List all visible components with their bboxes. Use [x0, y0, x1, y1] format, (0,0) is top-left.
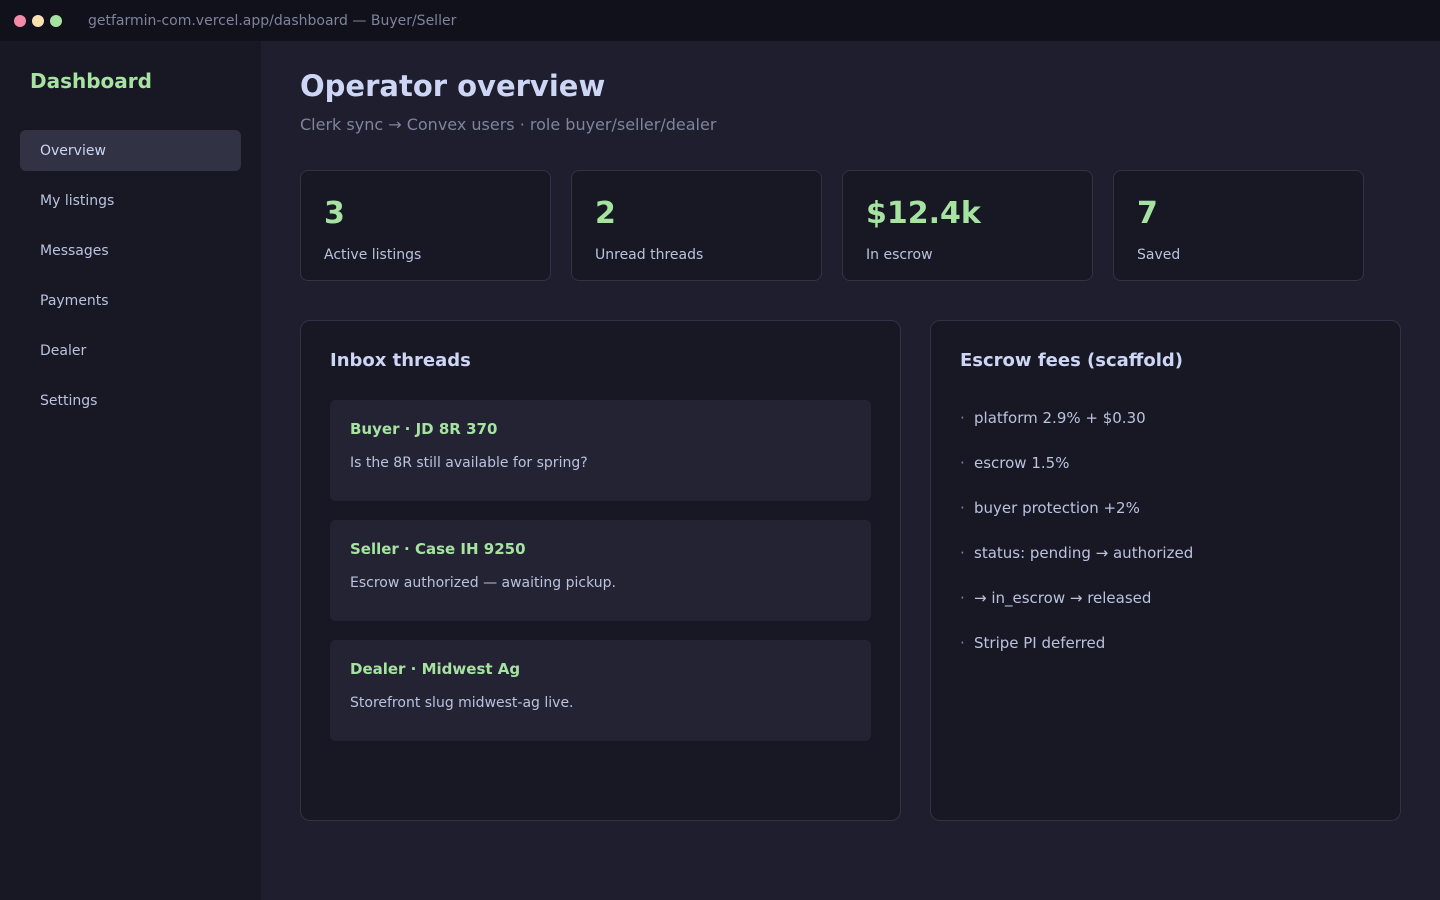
sidebar-brand: Dashboard: [30, 69, 152, 93]
inbox-title: Inbox threads: [330, 350, 471, 371]
escrow-fees-panel: Escrow fees (scaffold) · platform 2.9% +…: [930, 320, 1401, 821]
minimize-window-button[interactable]: [32, 14, 44, 27]
fee-text: Stripe PI deferred: [974, 634, 1106, 652]
list-item: · Stripe PI deferred: [960, 634, 1193, 679]
fee-text: status: pending → authorized: [974, 544, 1194, 562]
fee-list: · platform 2.9% + $0.30 · escrow 1.5% · …: [960, 409, 1193, 679]
sidebar-item-messages[interactable]: Messages: [20, 230, 241, 271]
sidebar: Dashboard Overview My listings Messages …: [0, 41, 261, 900]
fees-title: Escrow fees (scaffold): [960, 350, 1184, 371]
sidebar-item-label: Settings: [40, 392, 98, 409]
sidebar-nav: Overview My listings Messages Payments D…: [20, 130, 241, 430]
bullet-icon: ·: [960, 409, 965, 427]
fee-text: → in_escrow → released: [974, 589, 1152, 607]
fee-text: platform 2.9% + $0.30: [974, 409, 1146, 427]
sidebar-item-settings[interactable]: Settings: [20, 380, 241, 421]
list-item: · → in_escrow → released: [960, 589, 1193, 634]
thread-title: Dealer · Midwest Ag: [350, 660, 521, 678]
stat-label: Active listings: [324, 247, 422, 263]
stat-value: $12.4k: [866, 196, 981, 231]
list-item: · platform 2.9% + $0.30: [960, 409, 1193, 454]
window-titlebar: getfarmin-com.vercel.app/dashboard — Buy…: [0, 0, 1440, 41]
thread-title: Buyer · JD 8R 370: [350, 420, 498, 438]
window-controls: [14, 14, 62, 27]
stat-value: 7: [1137, 196, 1158, 231]
bullet-icon: ·: [960, 589, 965, 607]
thread-preview: Escrow authorized — awaiting pickup.: [350, 575, 616, 591]
list-item: · status: pending → authorized: [960, 544, 1193, 589]
sidebar-item-dealer[interactable]: Dealer: [20, 330, 241, 371]
thread-preview: Storefront slug midwest-ag live.: [350, 695, 574, 711]
page-title: Operator overview: [300, 69, 606, 103]
stat-label: Unread threads: [595, 247, 704, 263]
stat-card-saved: 7 Saved: [1113, 170, 1364, 281]
bullet-icon: ·: [960, 634, 965, 652]
list-item: · escrow 1.5%: [960, 454, 1193, 499]
stat-value: 3: [324, 196, 345, 231]
stat-value: 2: [595, 196, 616, 231]
fee-text: escrow 1.5%: [974, 454, 1070, 472]
close-window-button[interactable]: [14, 14, 26, 27]
list-item: · buyer protection +2%: [960, 499, 1193, 544]
stat-card-active-listings: 3 Active listings: [300, 170, 551, 281]
thread-list: Buyer · JD 8R 370 Is the 8R still availa…: [330, 400, 871, 760]
bullet-icon: ·: [960, 454, 965, 472]
sidebar-item-overview[interactable]: Overview: [20, 130, 241, 171]
sidebar-item-payments[interactable]: Payments: [20, 280, 241, 321]
page-subtitle: Clerk sync → Convex users · role buyer/s…: [300, 115, 717, 134]
stat-label: Saved: [1137, 247, 1181, 263]
sidebar-item-label: Payments: [40, 292, 109, 309]
window-url: getfarmin-com.vercel.app/dashboard — Buy…: [88, 12, 457, 29]
stat-label: In escrow: [866, 247, 933, 263]
main-content: Operator overview Clerk sync → Convex us…: [261, 41, 1440, 900]
sidebar-item-my-listings[interactable]: My listings: [20, 180, 241, 221]
thread-item[interactable]: Buyer · JD 8R 370 Is the 8R still availa…: [330, 400, 871, 501]
thread-preview: Is the 8R still available for spring?: [350, 455, 588, 471]
sidebar-item-label: Overview: [40, 142, 106, 159]
sidebar-item-label: Dealer: [40, 342, 87, 359]
bullet-icon: ·: [960, 499, 965, 517]
fee-text: buyer protection +2%: [974, 499, 1140, 517]
stats-row: 3 Active listings 2 Unread threads $12.4…: [300, 170, 1364, 281]
sidebar-item-label: Messages: [40, 242, 109, 259]
inbox-panel: Inbox threads Buyer · JD 8R 370 Is the 8…: [300, 320, 901, 821]
thread-item[interactable]: Seller · Case IH 9250 Escrow authorized …: [330, 520, 871, 621]
stat-card-in-escrow: $12.4k In escrow: [842, 170, 1093, 281]
thread-title: Seller · Case IH 9250: [350, 540, 526, 558]
maximize-window-button[interactable]: [50, 14, 62, 27]
stat-card-unread-threads: 2 Unread threads: [571, 170, 822, 281]
thread-item[interactable]: Dealer · Midwest Ag Storefront slug midw…: [330, 640, 871, 741]
sidebar-item-label: My listings: [40, 192, 115, 209]
bullet-icon: ·: [960, 544, 965, 562]
